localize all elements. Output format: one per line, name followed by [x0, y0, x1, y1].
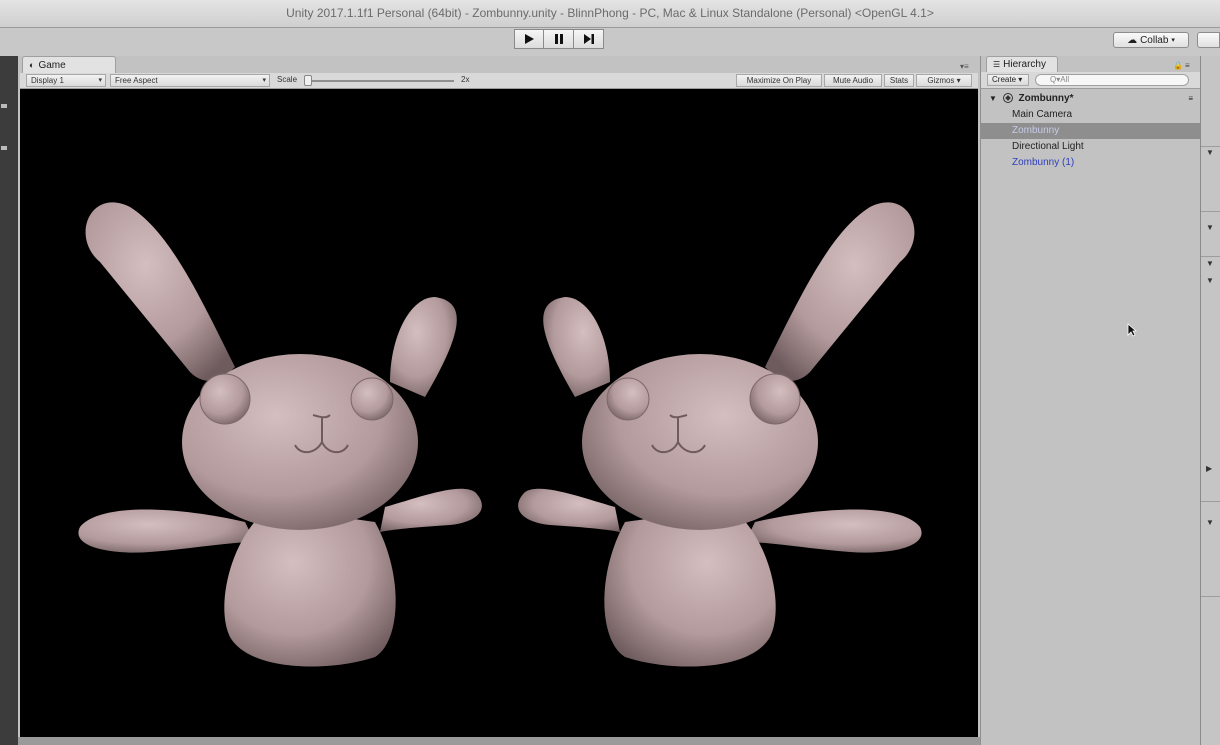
gizmos-label: Gizmos [927, 76, 955, 85]
expand-arrow-icon[interactable]: ▼ [1206, 148, 1214, 157]
services-button[interactable] [1197, 32, 1220, 48]
divider [1201, 146, 1220, 147]
hierarchy-item-label: Main Camera [1012, 109, 1073, 120]
hierarchy-search-input[interactable]: Q▾All [1035, 74, 1189, 86]
panel-marker [1, 146, 7, 150]
chevron-down-icon: ▾ [956, 76, 961, 85]
aspect-label: Free Aspect [115, 76, 158, 85]
scale-slider-track[interactable] [306, 80, 454, 82]
left-panel-edge [0, 56, 18, 745]
expand-arrow-icon[interactable]: ▼ [1206, 518, 1214, 527]
mute-label: Mute Audio [832, 76, 874, 85]
hierarchy-item-label: Directional Light [1012, 141, 1084, 152]
scale-value: 2x [461, 75, 470, 84]
tab-game[interactable]: ◐ Game [22, 56, 116, 73]
collab-label: Collab [1140, 34, 1169, 46]
maximize-label: Maximize On Play [746, 76, 812, 85]
cloud-icon: ☁ [1127, 34, 1138, 46]
scene-name: Zombunny* [1018, 93, 1074, 104]
zombunny-right-model [517, 201, 923, 668]
play-controls [514, 29, 604, 49]
scene-render [77, 201, 923, 668]
expand-arrow-icon: ▼ [989, 94, 997, 103]
create-button[interactable]: Create ▾ [987, 74, 1029, 86]
collapse-arrow-icon[interactable]: ▶ [1206, 464, 1212, 473]
inspector-panel-edge: ▼ ▼ ▼ ▼ ▶ ▼ [1200, 56, 1220, 745]
hierarchy-item-main-camera[interactable]: Main Camera [981, 107, 1201, 123]
game-viewport[interactable] [20, 89, 978, 737]
step-button[interactable] [574, 29, 604, 49]
expand-arrow-icon[interactable]: ▼ [1206, 259, 1214, 268]
window-title: Unity 2017.1.1f1 Personal (64bit) - Zomb… [286, 6, 934, 20]
search-placeholder: Q▾All [1050, 75, 1070, 84]
stats-label: Stats [889, 76, 909, 85]
pause-icon [554, 34, 563, 44]
lock-icon[interactable]: 🔒 [1173, 61, 1183, 70]
aspect-dropdown[interactable]: Free Aspect ▾ [110, 74, 270, 87]
hierarchy-item-label: Zombunny (1) [1012, 157, 1075, 168]
stats-toggle[interactable]: Stats [884, 74, 914, 87]
maximize-on-play-toggle[interactable]: Maximize On Play [736, 74, 822, 87]
unity-scene-icon [1002, 93, 1013, 103]
collab-button[interactable]: ☁ Collab ▾ [1113, 32, 1189, 48]
chevron-down-icon: ▾ [1018, 75, 1023, 84]
hierarchy-item-directional-light[interactable]: Directional Light [981, 139, 1201, 155]
divider [1201, 596, 1220, 597]
create-label: Create [992, 75, 1017, 84]
tab-hierarchy[interactable]: ☰ Hierarchy [986, 56, 1058, 72]
divider [1201, 501, 1220, 502]
zombunny-left-model [77, 201, 483, 668]
panel-menu-icon[interactable]: ≡ [1185, 61, 1190, 70]
play-icon [525, 34, 534, 44]
tab-hierarchy-label: Hierarchy [1003, 59, 1046, 70]
scene-row[interactable]: ▼ Zombunny* ≡ [981, 91, 1201, 107]
display-dropdown[interactable]: Display 1 ▾ [26, 74, 106, 87]
mute-audio-toggle[interactable]: Mute Audio [824, 74, 882, 87]
main-toolbar: ☁ Collab ▾ [0, 28, 1220, 56]
scale-label: Scale [277, 75, 298, 84]
game-controller-icon: ◐ [29, 60, 35, 70]
chevron-down-icon: ▾ [1171, 37, 1175, 44]
panel-menu-icon[interactable]: ▾≡ [960, 62, 969, 71]
mouse-cursor-icon [1127, 323, 1137, 337]
scene-menu-icon[interactable]: ≡ [1188, 91, 1193, 107]
scale-slider-thumb[interactable] [304, 75, 312, 86]
hierarchy-item-zombunny[interactable]: Zombunny [981, 123, 1201, 139]
panel-marker [1, 104, 7, 108]
pause-button[interactable] [544, 29, 574, 49]
hierarchy-item-label: Zombunny [1012, 125, 1060, 136]
play-button[interactable] [514, 29, 544, 49]
viewport-bottom-edge [18, 737, 980, 745]
hierarchy-item-zombunny-1[interactable]: Zombunny (1) [981, 155, 1201, 171]
hierarchy-panel: ☰ Hierarchy 🔒 ≡ Create ▾ Q▾All ▼ Zombunn… [980, 56, 1201, 745]
gizmos-dropdown[interactable]: Gizmos ▾ [916, 74, 972, 87]
expand-arrow-icon[interactable]: ▼ [1206, 276, 1214, 285]
display-label: Display 1 [31, 76, 64, 85]
expand-arrow-icon[interactable]: ▼ [1206, 223, 1214, 232]
chevron-down-icon: ▾ [262, 77, 266, 84]
window-title-bar: Unity 2017.1.1f1 Personal (64bit) - Zomb… [0, 0, 1220, 28]
list-icon: ☰ [993, 60, 1001, 69]
hierarchy-toolbar: Create ▾ Q▾All [981, 72, 1201, 89]
divider [1201, 256, 1220, 257]
step-icon [583, 34, 594, 44]
chevron-down-icon: ▾ [98, 77, 102, 84]
tab-game-label: Game [38, 59, 66, 71]
game-view-toolbar: Display 1 ▾ Free Aspect ▾ Scale 2x Maxim… [20, 73, 978, 89]
divider [1201, 211, 1220, 212]
